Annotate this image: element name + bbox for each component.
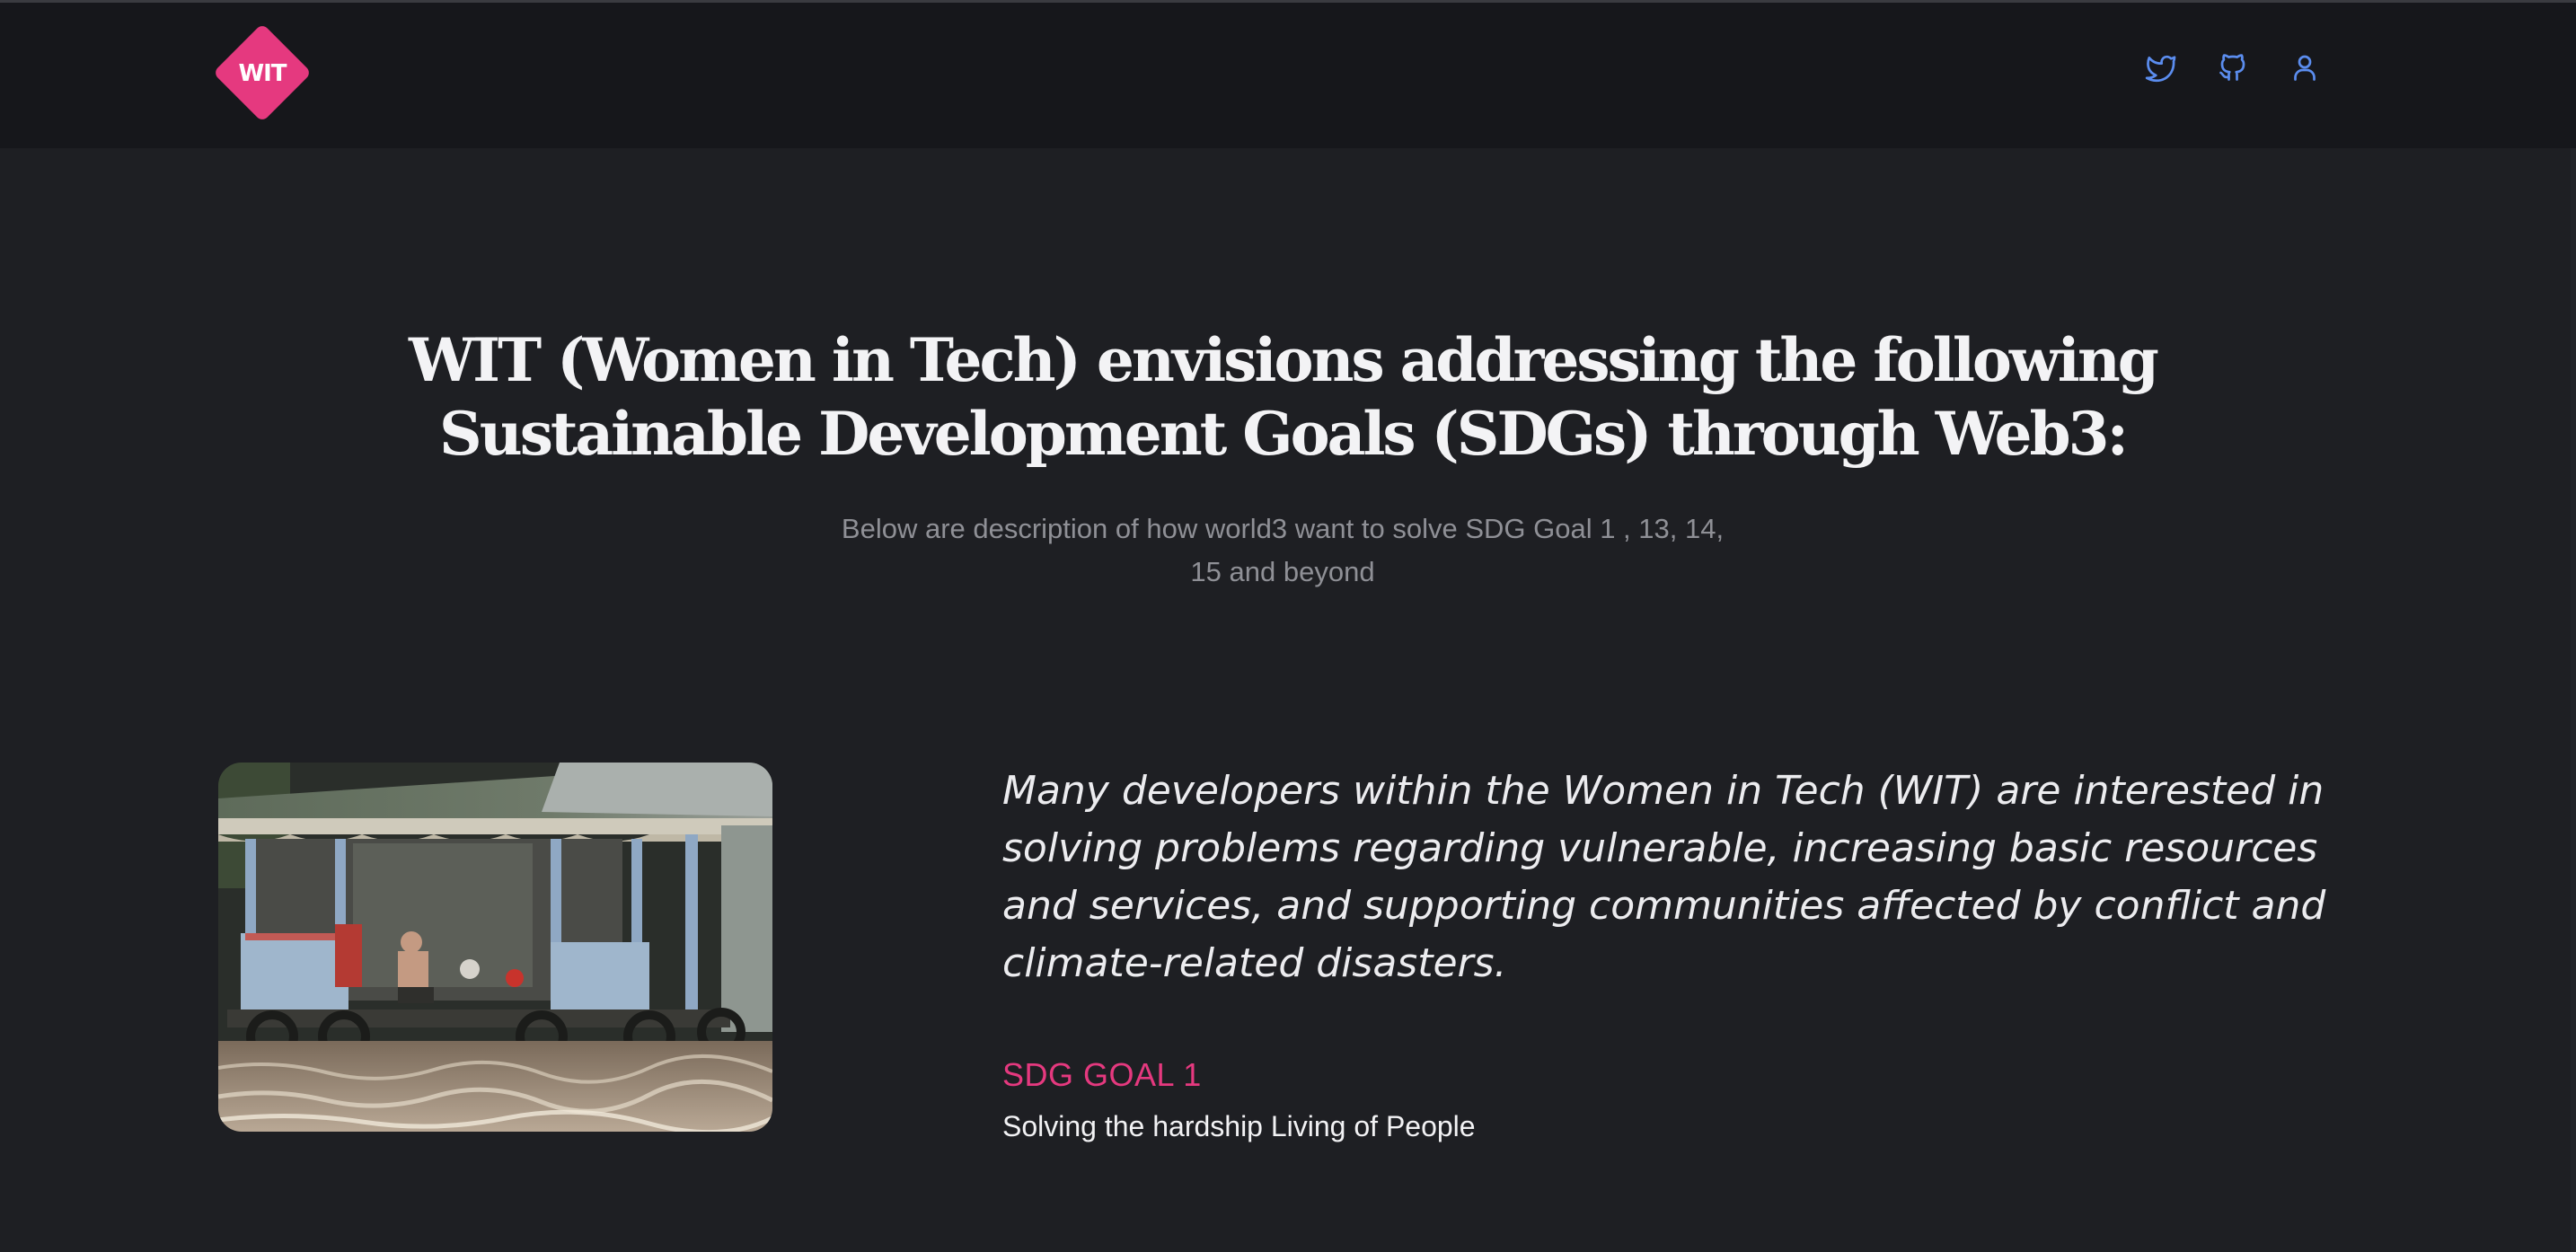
hero-subtitle: Below are description of how world3 want… <box>841 513 1725 587</box>
hero-title: WIT (Women in Tech) envisions addressing… <box>409 325 2159 469</box>
sdg-goal-description: Solving the hardship Living of People <box>1002 1110 1476 1142</box>
logo-text[interactable]: WIT <box>221 60 304 87</box>
sdg-goal-label: SDG GOAL 1 <box>1002 1056 1202 1093</box>
twitter-icon[interactable] <box>2145 51 2177 84</box>
github-icon[interactable] <box>2217 51 2249 84</box>
user-icon[interactable] <box>2289 51 2321 84</box>
flood-photo <box>218 763 772 1132</box>
header-icon-nav <box>2145 47 2321 88</box>
mission-quote: Many developers within the Women in Tech… <box>1002 768 2326 986</box>
scrollbar-track[interactable] <box>2571 148 2576 1252</box>
